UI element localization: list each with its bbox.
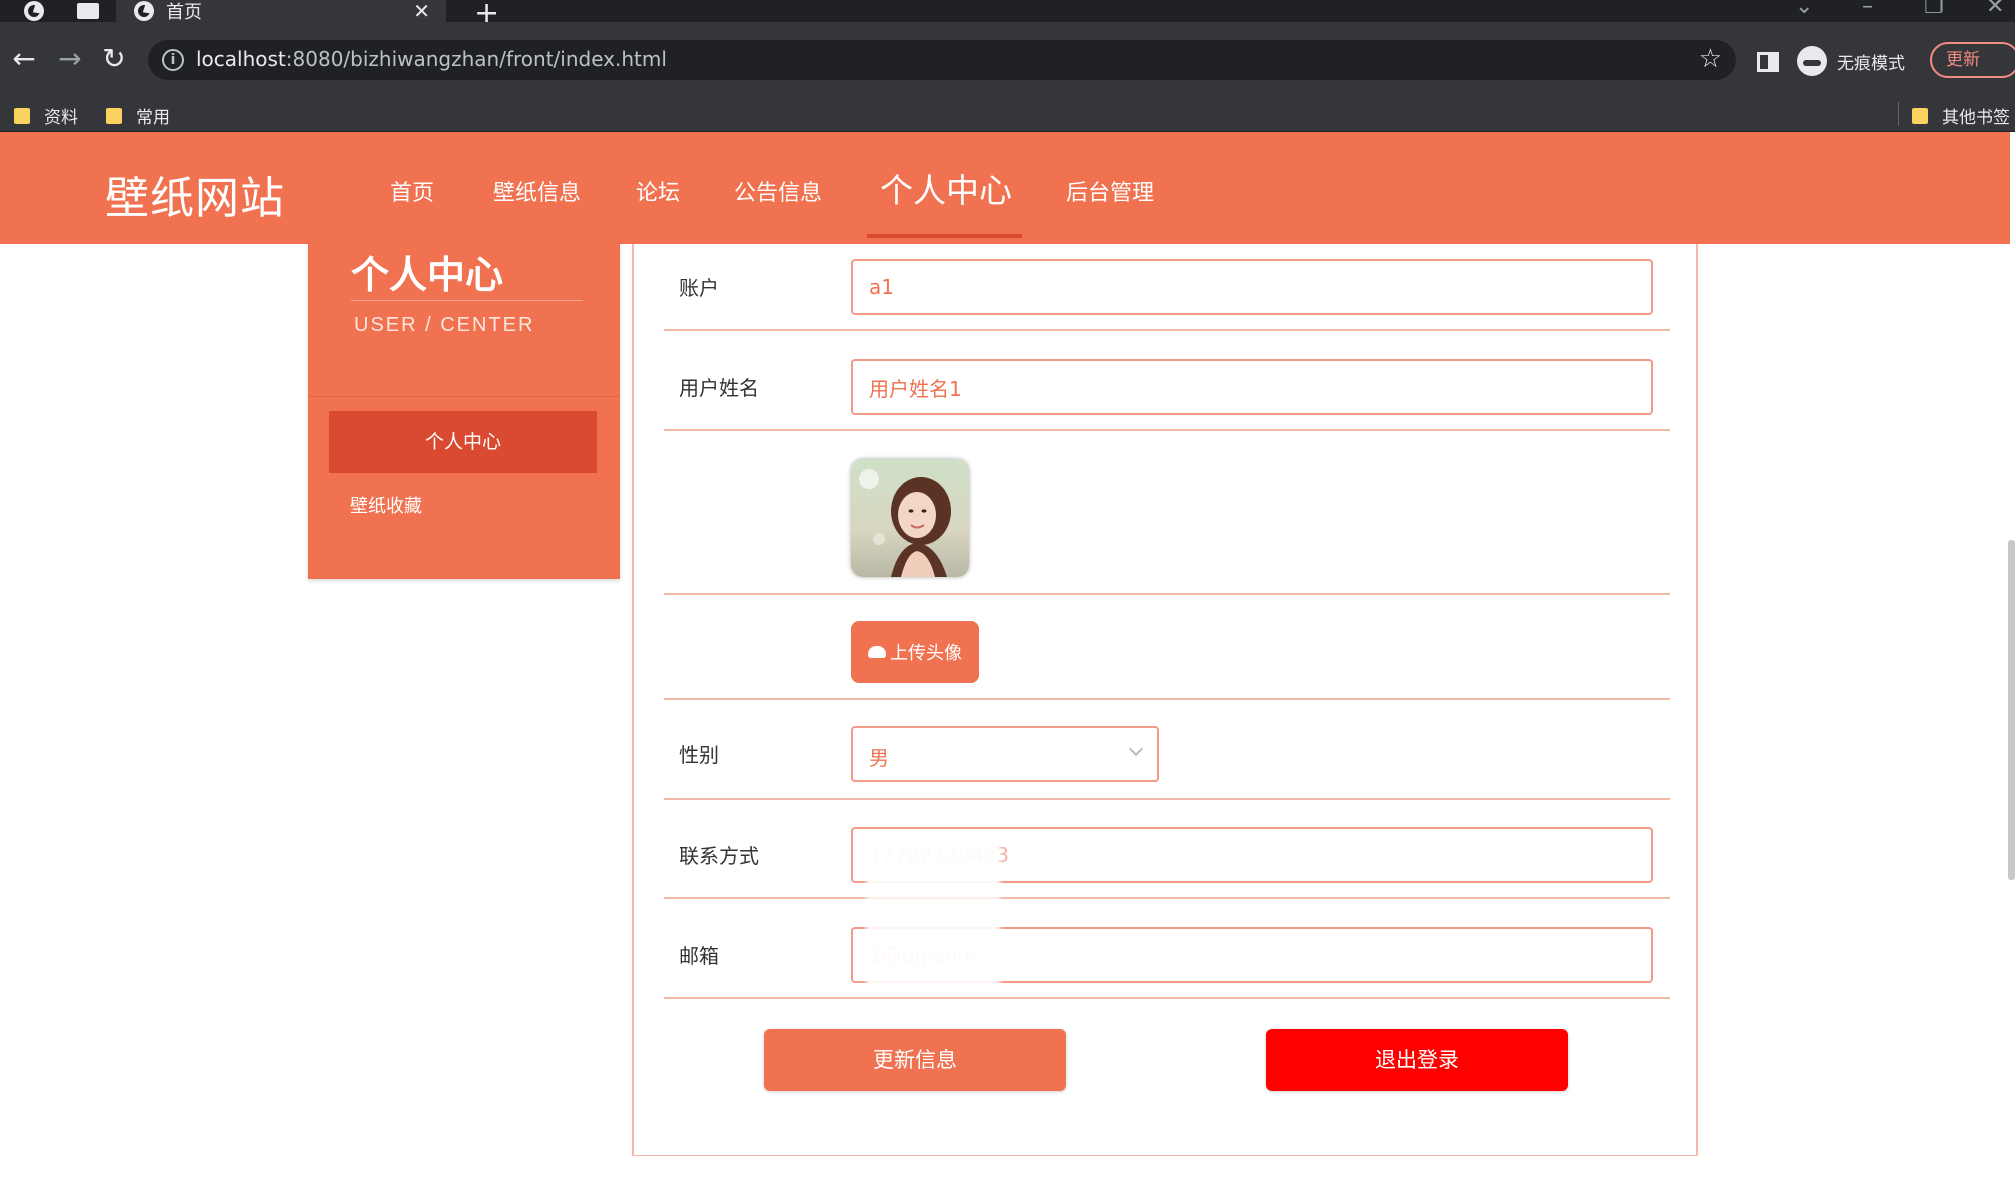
panel-title: 个人中心 (351, 253, 504, 297)
divider (664, 997, 1670, 999)
cloud-upload-icon (868, 646, 886, 658)
restore-icon[interactable]: ❐ (1924, 0, 1944, 19)
incognito-icon (1797, 46, 1827, 76)
email-label: 邮箱 (679, 944, 719, 968)
nav-forum[interactable]: 论坛 (636, 175, 680, 207)
bookmark-folder[interactable]: 常用 (106, 103, 170, 128)
redaction-blur (866, 834, 1000, 900)
nav-announcements[interactable]: 公告信息 (734, 175, 822, 207)
nav-user-center[interactable]: 个人中心 (880, 164, 1012, 212)
incognito-label: 无痕模式 (1837, 53, 1905, 74)
avatar (851, 459, 969, 577)
incognito-indicator[interactable]: 无痕模式 (1797, 44, 1905, 78)
divider (664, 329, 1670, 331)
minimize-icon[interactable]: – (1862, 0, 1873, 19)
close-icon[interactable]: ✕ (413, 0, 430, 23)
name-label: 用户姓名 (679, 376, 759, 400)
side-panel-icon[interactable] (1757, 52, 1779, 72)
name-field[interactable] (851, 359, 1653, 415)
divider (664, 897, 1670, 899)
site-logo[interactable]: 壁纸网站 (105, 162, 285, 226)
update-info-button[interactable]: 更新信息 (764, 1029, 1066, 1091)
nav-wallpaper-info[interactable]: 壁纸信息 (493, 175, 581, 207)
profile-form: 账户 用户姓名 (632, 244, 1698, 1156)
tab-favicon-icon (134, 1, 154, 21)
divider (664, 698, 1670, 700)
panel-subtitle: USER / CENTER (354, 314, 535, 336)
tab-search-icon[interactable] (68, 0, 108, 22)
browser-update-button[interactable]: 更新 (1930, 42, 2015, 78)
divider (664, 798, 1670, 800)
upload-avatar-button[interactable]: 上传头像 (851, 621, 979, 683)
site-header: 壁纸网站 首页 壁纸信息 论坛 公告信息 个人中心 后台管理 (0, 132, 2010, 244)
gender-label: 性别 (679, 743, 719, 767)
address-bar[interactable]: i localhost:8080/bizhiwangzhan/front/ind… (148, 40, 1736, 80)
back-icon[interactable]: ← (6, 42, 42, 76)
forward-icon[interactable]: → (52, 42, 88, 76)
account-field[interactable] (851, 259, 1653, 315)
window-close-icon[interactable]: ✕ (1986, 0, 2004, 19)
bookmark-folder[interactable]: 资料 (14, 103, 78, 128)
divider (664, 593, 1670, 595)
folder-icon (14, 107, 30, 124)
redaction-blur (866, 924, 1000, 986)
folder-icon (1912, 107, 1928, 124)
menu-item-user-center[interactable]: 个人中心 (329, 411, 597, 473)
divider (308, 396, 620, 397)
page-scrollbar[interactable] (2008, 540, 2015, 880)
divider (351, 300, 583, 301)
browser-tab-strip: 首页 ✕ + ⌄ – ❐ ✕ (0, 0, 2015, 31)
tab-title: 首页 (166, 2, 202, 23)
menu-item-wallpaper-favorites[interactable]: 壁纸收藏 (350, 492, 422, 518)
nav-home[interactable]: 首页 (390, 175, 434, 207)
globe-icon[interactable] (14, 0, 54, 22)
chevron-down-icon (1128, 741, 1144, 757)
avatar-photo (851, 459, 969, 577)
phone-label: 联系方式 (679, 844, 759, 868)
folder-icon (106, 107, 122, 124)
user-center-panel: 个人中心 USER / CENTER 个人中心 壁纸收藏 (308, 244, 620, 579)
browser-toolbar: ← → ↻ i localhost:8080/bizhiwangzhan/fro… (0, 22, 2015, 97)
other-bookmarks[interactable]: 其他书签 (1912, 103, 2010, 128)
star-icon[interactable]: ☆ (1699, 44, 1722, 74)
nav-admin[interactable]: 后台管理 (1066, 175, 1154, 207)
reload-icon[interactable]: ↻ (96, 42, 132, 76)
account-label: 账户 (679, 276, 719, 300)
nav-active-indicator (867, 234, 1022, 238)
gender-select[interactable]: 男 (851, 726, 1159, 782)
bookmarks-divider (1898, 102, 1899, 126)
info-icon[interactable]: i (162, 49, 184, 71)
divider (664, 429, 1670, 431)
url-text[interactable]: localhost:8080/bizhiwangzhan/front/index… (196, 47, 667, 71)
bookmarks-bar: 资料 常用 其他书签 (0, 97, 2015, 132)
logout-button[interactable]: 退出登录 (1266, 1029, 1568, 1091)
browser-tab-active[interactable]: 首页 ✕ (116, 0, 446, 23)
chevron-down-icon[interactable]: ⌄ (1795, 0, 1813, 19)
